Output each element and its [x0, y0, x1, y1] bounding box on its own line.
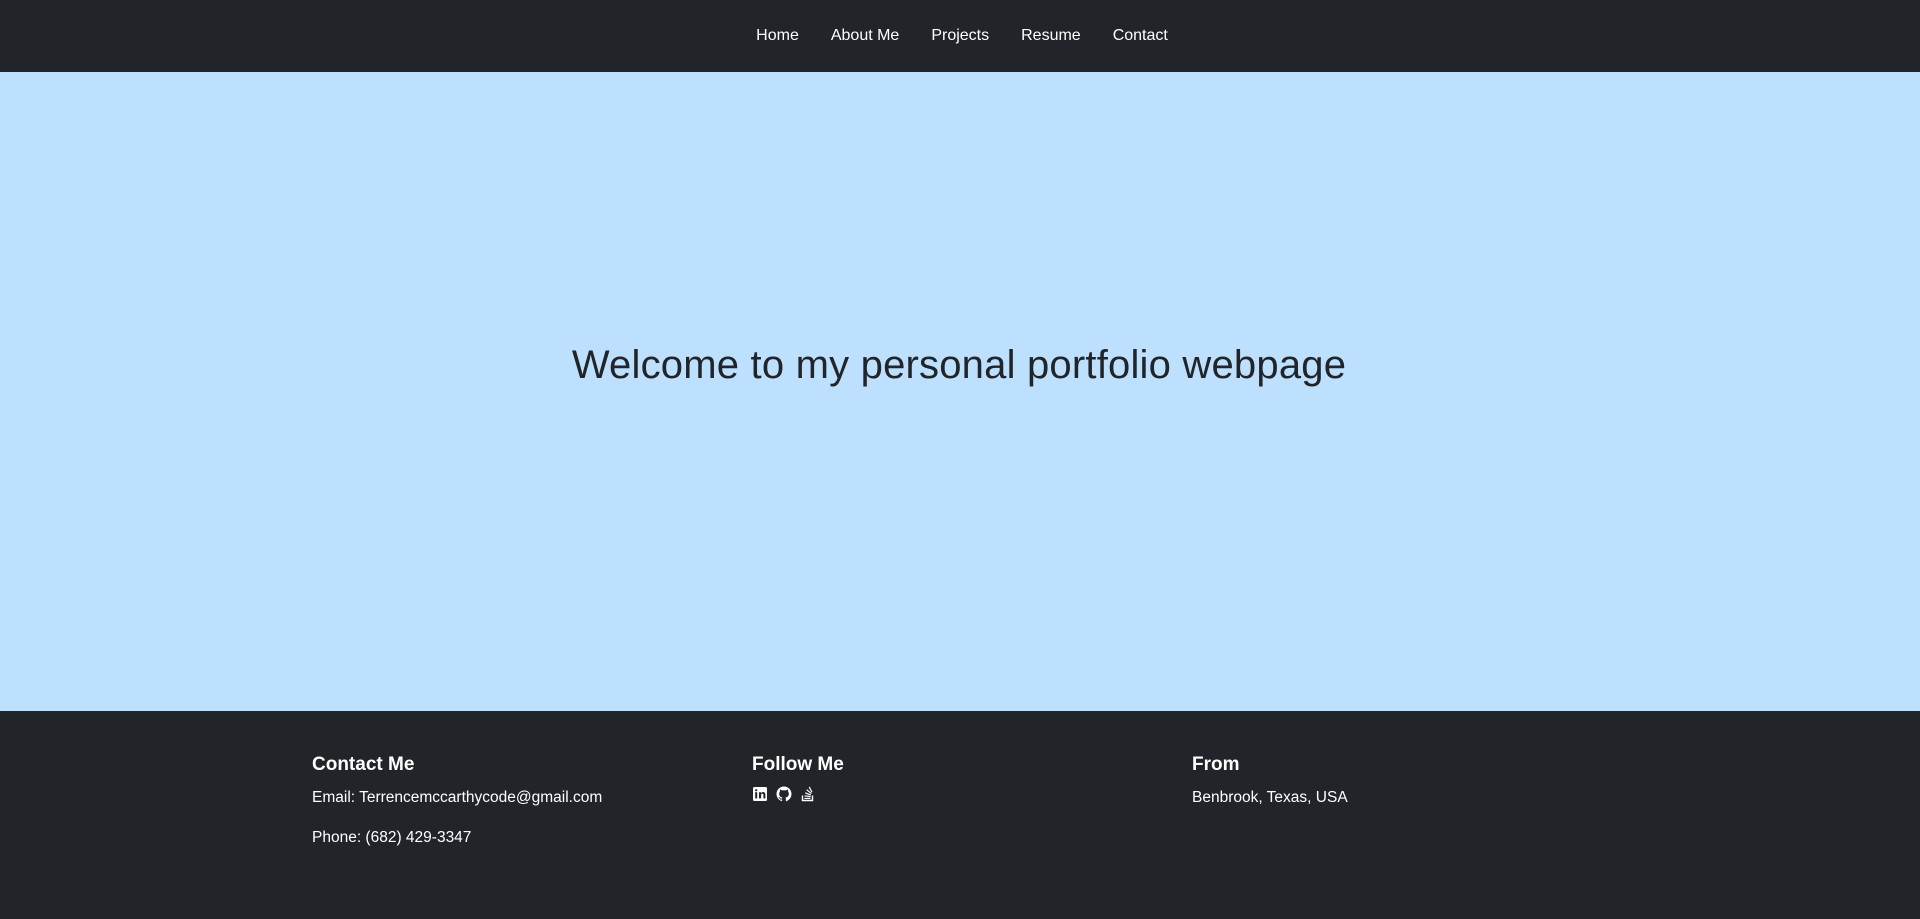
nav-link-projects[interactable]: Projects — [915, 26, 1005, 46]
contact-phone: Phone: (682) 429-3347 — [312, 829, 472, 846]
contact-heading: Contact Me — [312, 754, 415, 775]
footer-columns: Contact Me Email: Terrencemccarthycode@g… — [312, 753, 1632, 866]
github-icon[interactable] — [776, 786, 792, 802]
nav-link-resume[interactable]: Resume — [1005, 26, 1097, 46]
footer-follow-column: Follow Me — [752, 753, 1192, 866]
social-icons — [752, 786, 1192, 802]
stack-overflow-icon[interactable] — [800, 786, 816, 802]
nav-link-contact[interactable]: Contact — [1097, 26, 1184, 46]
hero-section: Welcome to my personal portfolio webpage — [0, 72, 1920, 711]
follow-heading: Follow Me — [752, 754, 844, 775]
from-heading: From — [1192, 754, 1240, 775]
nav-links: Home About Me Projects Resume Contact — [740, 26, 1184, 46]
footer-from-column: From Benbrook, Texas, USA — [1192, 753, 1632, 866]
linkedin-icon[interactable] — [752, 786, 768, 802]
contact-email: Email: Terrencemccarthycode@gmail.com — [312, 789, 603, 806]
footer-contact-column: Contact Me Email: Terrencemccarthycode@g… — [312, 753, 752, 866]
site-footer: Contact Me Email: Terrencemccarthycode@g… — [0, 711, 1920, 919]
top-navbar: Home About Me Projects Resume Contact — [0, 0, 1920, 72]
nav-link-about-me[interactable]: About Me — [815, 26, 915, 46]
nav-link-home[interactable]: Home — [740, 26, 815, 46]
from-location: Benbrook, Texas, USA — [1192, 789, 1348, 806]
hero-title: Welcome to my personal portfolio webpage — [571, 343, 1347, 387]
